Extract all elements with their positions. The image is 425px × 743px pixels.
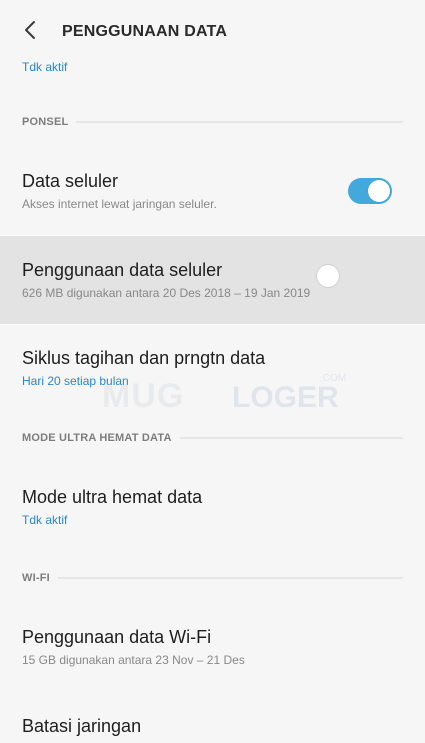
item-subtitle: Hari 20 setiap bulan [22, 374, 129, 388]
top-status-text: Tdk aktif [22, 60, 68, 74]
item-subtitle: Tdk aktif [22, 513, 68, 527]
section-label-wifi: WI-FI [22, 572, 50, 584]
data-seluler-toggle[interactable] [348, 178, 392, 204]
section-header-wifi: WI-FI [22, 572, 403, 584]
item-title: Batasi jaringan [22, 716, 142, 736]
back-button[interactable] [16, 18, 44, 46]
section-header-ultra: MODE ULTRA HEMAT DATA [22, 432, 403, 444]
touch-indicator [316, 264, 340, 288]
section-header-ponsel: PONSEL [22, 116, 403, 128]
list-item-penggunaan-wifi[interactable]: Penggunaan data Wi-Fi 15 GB digunakan an… [0, 626, 425, 668]
section-divider [57, 577, 403, 579]
item-title: Siklus tagihan dan prngtn data [22, 348, 266, 368]
toggle-knob [368, 180, 390, 202]
item-title: Data seluler [22, 171, 119, 191]
section-label-ponsel: PONSEL [22, 116, 69, 128]
list-item-penggunaan-data-seluler[interactable]: Penggunaan data seluler 626 MB digunakan… [0, 259, 425, 301]
list-item-siklus-tagihan[interactable]: Siklus tagihan dan prngtn data Hari 20 s… [0, 347, 425, 389]
item-subtitle: 15 GB digunakan antara 23 Nov – 21 Des [22, 653, 245, 667]
section-divider [179, 437, 403, 439]
item-title: Mode ultra hemat data [22, 487, 203, 507]
chevron-left-icon [23, 20, 37, 45]
list-item-mode-ultra-hemat[interactable]: Mode ultra hemat data Tdk aktif [0, 486, 425, 528]
list-item-batasi-jaringan[interactable]: Batasi jaringan [0, 715, 425, 737]
section-label-ultra: MODE ULTRA HEMAT DATA [22, 432, 172, 444]
item-title: Penggunaan data seluler [22, 260, 223, 280]
app-header: PENGGUNAAN DATA [0, 0, 425, 64]
page-title: PENGGUNAAN DATA [62, 23, 228, 40]
item-title: Penggunaan data Wi-Fi [22, 627, 212, 647]
item-subtitle: 626 MB digunakan antara 20 Des 2018 – 19… [22, 286, 311, 300]
item-subtitle: Akses internet lewat jaringan seluler. [22, 197, 217, 211]
section-divider [76, 121, 403, 123]
